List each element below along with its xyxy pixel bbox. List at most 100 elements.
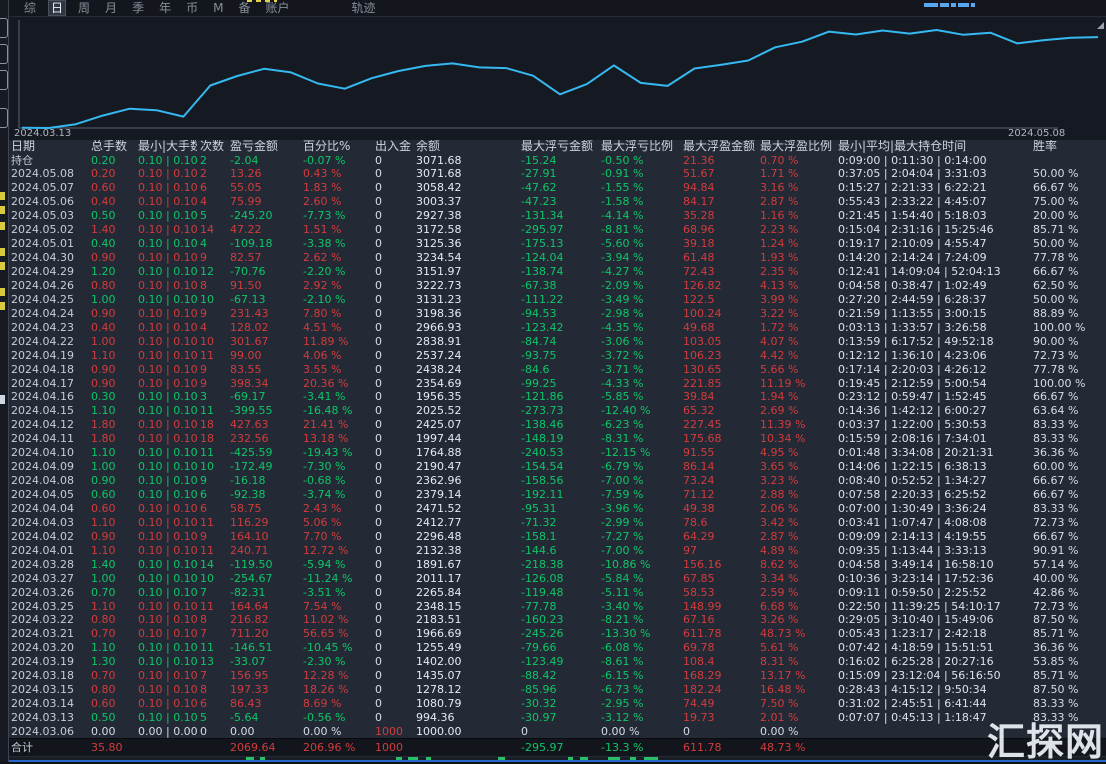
cell-日期: 2024.03.14: [11, 697, 74, 711]
tab-周[interactable]: 周: [76, 1, 92, 15]
cell-总手数: 1.10: [91, 641, 116, 655]
table-row[interactable]: 2024.04.17 0.90 0.10 | 0.10 9 398.34 20.36 % 0…: [8, 376, 1106, 390]
table-row[interactable]: 2024.04.25 1.00 0.10 | 0.10 10 -67.13 -2.10 %…: [8, 292, 1106, 306]
tab-币[interactable]: 币: [184, 1, 200, 15]
cell-出入金: 0: [375, 669, 382, 683]
cell-最大浮亏金额: -138.46: [521, 418, 564, 432]
cell-最小|大手数: 0.10 | 0.10: [138, 571, 197, 585]
cell-最大浮盈比例: 5.61 %: [760, 641, 799, 655]
cell-日期: 2024.03.18: [11, 669, 74, 683]
cell-日期: 2024.03.13: [11, 711, 74, 725]
table-row[interactable]: 2024.04.18 0.90 0.10 | 0.10 9 83.55 3.55 % 0 24…: [8, 362, 1106, 376]
tab-综[interactable]: 综: [22, 1, 38, 15]
cell-次数: 11: [200, 641, 214, 655]
dock-button[interactable]: [0, 18, 8, 38]
table-row[interactable]: 2024.04.29 1.20 0.10 | 0.10 12 -70.76 -2.20 %…: [8, 265, 1106, 279]
cell-胜率: 83.33 %: [1033, 501, 1079, 515]
table-row[interactable]: 2024.05.01 0.40 0.10 | 0.10 4 -109.18 -3.38 %…: [8, 237, 1106, 251]
cell-最大浮亏金额: -160.23: [521, 613, 564, 627]
table-row[interactable]: 2024.03.27 1.00 0.10 | 0.10 10 -254.67 -11.24…: [8, 571, 1106, 585]
table-row[interactable]: 2024.03.22 0.80 0.10 | 0.10 8 216.82 11.02 % 0…: [8, 613, 1106, 627]
tab-M[interactable]: M: [211, 1, 225, 15]
cell-胜率: 85.71 %: [1033, 223, 1079, 237]
table-row[interactable]: 2024.04.02 0.90 0.10 | 0.10 9 164.10 7.70 % 0 2…: [8, 529, 1106, 543]
cell-余额: 2265.84: [416, 585, 462, 599]
dock-button[interactable]: [0, 70, 8, 90]
table-row[interactable]: 2024.04.11 1.80 0.10 | 0.10 18 232.56 13.18 %…: [8, 432, 1106, 446]
equity-curve-chart[interactable]: 2024.03.13 2024.05.08: [8, 16, 1106, 140]
table-row[interactable]: 2024.03.19 1.30 0.10 | 0.10 13 -33.07 -2.30 %…: [8, 655, 1106, 669]
cell-最小|大手数: 0.10 | 0.10: [138, 195, 197, 209]
cell-余额: 2025.52: [416, 404, 462, 418]
total-row[interactable]: 合计 35.80 2069.64 206.96 % 1000 -295.97 -13.3 %…: [8, 738, 1106, 757]
cell-最大浮亏金额: -175.13: [521, 237, 564, 251]
open-position-row[interactable]: 持仓 0.20 0.10 | 0.10 2 -2.04 -0.07 % 0 3071.68 -1…: [8, 153, 1106, 167]
table-row[interactable]: 2024.04.24 0.90 0.10 | 0.10 9 231.43 7.80 % 0 3…: [8, 306, 1106, 320]
tab-账户[interactable]: 账户: [263, 1, 291, 15]
table-row[interactable]: 2024.03.18 0.70 0.10 | 0.10 7 156.95 12.28 % 0…: [8, 669, 1106, 683]
cell-次数: 2: [200, 167, 207, 181]
cell-胜率: 20.00 %: [1033, 209, 1079, 223]
cell-胜率: 85.71 %: [1033, 627, 1079, 641]
tab-日[interactable]: 日: [48, 0, 67, 16]
cell-出入金: 0: [375, 641, 382, 655]
table-row[interactable]: 2024.05.07 0.60 0.10 | 0.10 6 55.05 1.83 % 0 30…: [8, 181, 1106, 195]
table-row[interactable]: 2024.05.08 0.20 0.10 | 0.10 2 13.26 0.43 % 0 30…: [8, 167, 1106, 181]
table-header-row[interactable]: 日期 总手数 最小|大手数 次数 盈亏金额 百分比% 出入金 余额 最大浮亏金额 最大浮亏比例 最大…: [8, 140, 1106, 153]
table-row[interactable]: 2024.03.14 0.60 0.10 | 0.10 6 86.43 8.69 % 0 10…: [8, 697, 1106, 711]
table-row[interactable]: 2024.04.26 0.80 0.10 | 0.10 8 91.50 2.92 % 0 32…: [8, 279, 1106, 293]
table-row[interactable]: 2024.04.23 0.40 0.10 | 0.10 4 128.02 4.51 % 0 2…: [8, 320, 1106, 334]
table-row[interactable]: 2024.04.19 1.10 0.10 | 0.10 11 99.00 4.06 % 0 2…: [8, 348, 1106, 362]
dock-button[interactable]: [0, 108, 8, 128]
table-row[interactable]: 2024.04.15 1.10 0.10 | 0.10 11 -399.55 -16.48…: [8, 404, 1106, 418]
table-row[interactable]: 2024.05.02 1.40 0.10 | 0.10 14 47.22 1.51 % 0 3…: [8, 223, 1106, 237]
cell-总手数: 0.40: [91, 320, 116, 334]
tab-年[interactable]: 年: [157, 1, 173, 15]
cell-出入金: 0: [375, 153, 382, 167]
table-row[interactable]: 2024.04.04 0.60 0.10 | 0.10 6 58.75 2.43 % 0 24…: [8, 502, 1106, 516]
tab-trail[interactable]: 轨迹: [350, 1, 378, 15]
cell-出入金: 0: [375, 292, 382, 306]
table-row[interactable]: 2024.04.10 1.10 0.10 | 0.10 11 -425.59 -19.43…: [8, 446, 1106, 460]
table-row[interactable]: 2024.05.06 0.40 0.10 | 0.10 4 75.99 2.60 % 0 30…: [8, 195, 1106, 209]
table-row[interactable]: 2024.03.25 1.10 0.10 | 0.10 11 164.64 7.54 % 0…: [8, 599, 1106, 613]
cell-总手数: 1.20: [91, 265, 116, 279]
clipped-yellow-text-fragment: [0, 288, 5, 296]
table-row[interactable]: 2024.03.26 0.70 0.10 | 0.10 7 -82.31 -3.51 % 0…: [8, 585, 1106, 599]
table-row[interactable]: 2024.04.05 0.60 0.10 | 0.10 6 -92.38 -3.74 % 0…: [8, 488, 1106, 502]
table-row[interactable]: 2024.03.13 0.50 0.10 | 0.10 5 -5.64 -0.56 % 0 9…: [8, 711, 1106, 725]
table-row[interactable]: 2024.04.12 1.80 0.10 | 0.10 18 427.63 21.41 %…: [8, 418, 1106, 432]
tab-月[interactable]: 月: [103, 1, 119, 15]
table-row[interactable]: 2024.04.30 0.90 0.10 | 0.10 9 82.57 2.62 % 0 32…: [8, 251, 1106, 265]
table-row[interactable]: 2024.03.20 1.10 0.10 | 0.10 11 -146.51 -10.45…: [8, 641, 1106, 655]
cell-出入金: 0: [375, 320, 382, 334]
cell-最小|大手数: 0.10 | 0.10: [138, 292, 197, 306]
tab-备[interactable]: 备: [236, 1, 252, 15]
cell-最小|大手数: 0.10 | 0.10: [138, 418, 197, 432]
dock-button[interactable]: [0, 44, 8, 64]
table-row[interactable]: 2024.03.28 1.40 0.10 | 0.10 14 -119.50 -5.94 …: [8, 557, 1106, 571]
chart-resize-handle-icon[interactable]: [1097, 22, 1104, 29]
table-row[interactable]: 2024.03.06 0.00 0.00 | 0.00 0 0.00 0.00 % 1000…: [8, 725, 1106, 739]
table-row[interactable]: 2024.04.16 0.30 0.10 | 0.10 3 -69.17 -3.41 % 0…: [8, 390, 1106, 404]
cell-出入金: 0: [375, 432, 382, 446]
cell-最小|大手数: 0.10 | 0.10: [138, 627, 197, 641]
cell-余额: 1966.69: [416, 627, 462, 641]
cell-最大浮盈金额: 611.78: [683, 741, 722, 755]
cell-最大浮亏金额: -154.54: [521, 460, 564, 474]
table-row[interactable]: 2024.04.22 1.00 0.10 | 0.10 10 301.67 11.89 %…: [8, 334, 1106, 348]
cell-最大浮亏比例: -4.14 %: [601, 209, 644, 223]
cell-最大浮盈金额: 67.16: [683, 613, 715, 627]
table-row[interactable]: 2024.03.21 0.70 0.10 | 0.10 7 711.20 56.65 % 0…: [8, 627, 1106, 641]
table-row[interactable]: 2024.04.09 1.00 0.10 | 0.10 10 -172.49 -7.30 …: [8, 460, 1106, 474]
cell-最大浮亏比例: -13.30 %: [601, 627, 651, 641]
cell-余额: 3172.58: [416, 223, 462, 237]
table-row[interactable]: 2024.04.01 1.10 0.10 | 0.10 11 240.71 12.72 %…: [8, 543, 1106, 557]
table-row[interactable]: 2024.03.15 0.80 0.10 | 0.10 8 197.33 18.26 % 0…: [8, 683, 1106, 697]
table-row[interactable]: 2024.04.08 0.90 0.10 | 0.10 9 -16.18 -0.68 % 0…: [8, 474, 1106, 488]
cell-余额: 2354.69: [416, 376, 462, 390]
table-row[interactable]: 2024.05.03 0.50 0.10 | 0.10 5 -245.20 -7.73 %…: [8, 209, 1106, 223]
table-row[interactable]: 2024.04.03 1.10 0.10 | 0.10 11 116.29 5.06 % 0…: [8, 515, 1106, 529]
tab-季[interactable]: 季: [130, 1, 146, 15]
cell-总手数: 1.80: [91, 418, 116, 432]
